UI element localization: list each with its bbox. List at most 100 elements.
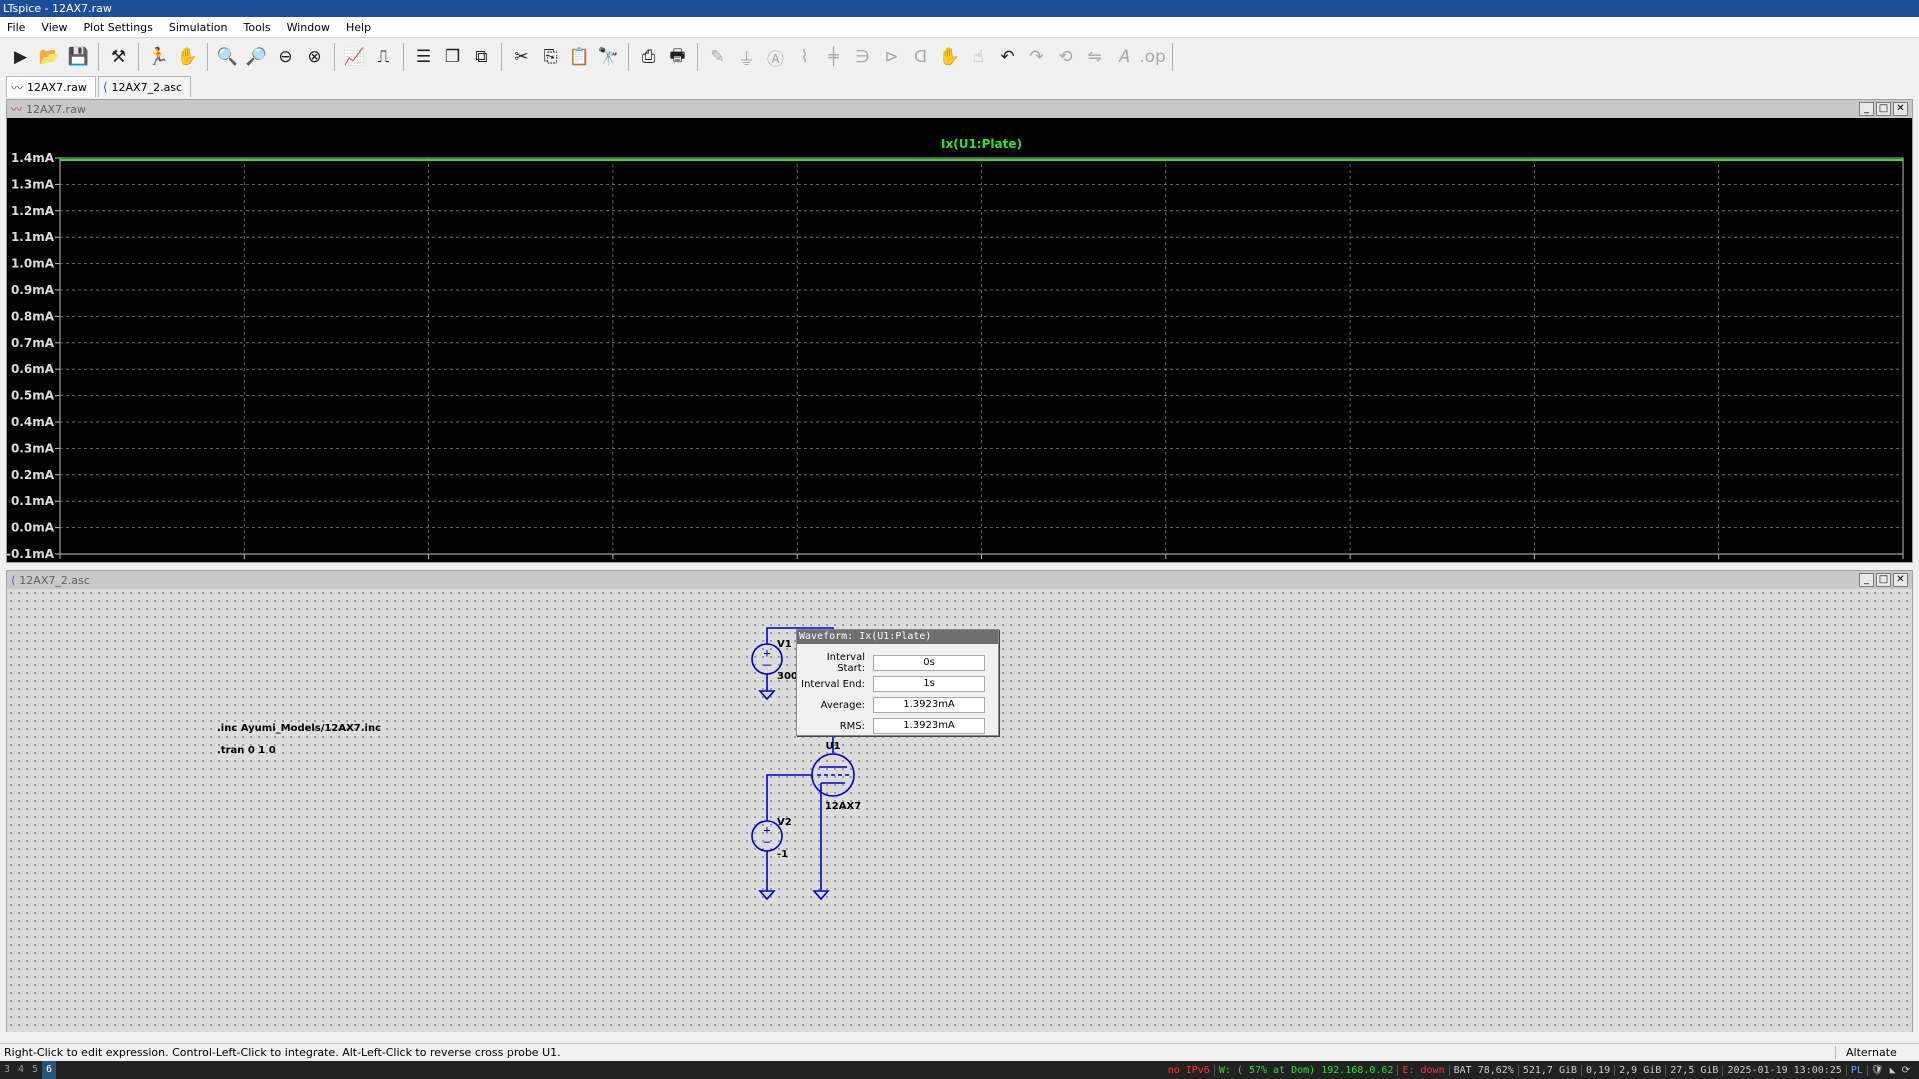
close-button[interactable]: ✕ — [1893, 573, 1908, 587]
tile-horizontal-icon[interactable]: ☰ — [409, 43, 438, 72]
mirror-icon[interactable]: ⇋ — [1080, 43, 1109, 72]
drag-icon[interactable]: ☝ — [964, 43, 993, 72]
v2-name[interactable]: V2 — [777, 817, 792, 828]
plot-area[interactable]: Ix(U1:Plate) 1.4mA 1.3mA 1.2mA 1.1mA 1.0mA 0.9… — [7, 118, 1912, 562]
rms-field[interactable]: 1.3923mA — [873, 718, 985, 734]
schematic-window-title: 12AX7_2.asc — [19, 573, 90, 587]
move-icon[interactable]: ✋ — [935, 43, 964, 72]
undo-icon[interactable]: ↶ — [993, 43, 1022, 72]
menu-bar: File View Plot Settings Simulation Tools… — [0, 17, 1919, 38]
zoom-fit-icon[interactable]: ⊗ — [300, 43, 329, 72]
halt-icon[interactable]: 🏃 — [144, 43, 173, 72]
spice-directive-icon[interactable]: .op — [1138, 43, 1167, 72]
interval-end-field[interactable]: 1s — [873, 676, 985, 692]
schematic-canvas[interactable]: + − + − V1 300 R1 100k U1 12AX7 V2 -1 .i… — [7, 589, 1912, 1032]
minimize-button[interactable]: _ — [1859, 102, 1874, 116]
interval-start-row: Interval Start: 0s — [797, 652, 998, 674]
rotate-icon[interactable]: ⟲ — [1051, 43, 1080, 72]
waveform-icon: 〰 — [11, 103, 22, 116]
rms-label: RMS: — [839, 720, 865, 732]
autoscale-icon[interactable]: 📈 — [340, 43, 369, 72]
diode-icon[interactable]: ⊳ — [877, 43, 906, 72]
schematic-window: ⟨ 12AX7_2.asc _ □ ✕ + − + − V1 300 U1 12… — [6, 570, 1913, 1032]
resistor-icon[interactable]: ⌇ — [790, 43, 819, 72]
maximize-button[interactable]: □ — [1876, 102, 1891, 116]
ground-symbol[interactable] — [758, 690, 776, 701]
v2-minus-sign: − — [763, 835, 770, 849]
menu-view[interactable]: View — [33, 17, 75, 38]
redo-icon[interactable]: ↷ — [1022, 43, 1051, 72]
y-tick-label: 1.3mA — [11, 177, 55, 191]
spice-directive-include[interactable]: .inc Ayumi_Models/12AX7.inc — [217, 723, 381, 734]
tab-12ax7-raw[interactable]: 〰 12AX7.raw — [6, 76, 96, 97]
memory-free: 27,5 GiB — [1666, 1064, 1724, 1076]
ground-symbol[interactable] — [812, 890, 830, 901]
component-icon[interactable]: ᗡ — [906, 43, 935, 72]
inductor-icon[interactable]: ∋ — [848, 43, 877, 72]
ground-symbol[interactable] — [758, 890, 776, 901]
status-hint: Right-Click to edit expression. Control-… — [4, 1046, 561, 1059]
workspace-3[interactable]: 3 — [0, 1061, 14, 1079]
plot-title[interactable]: Ix(U1:Plate) — [941, 137, 1022, 151]
zoom-in-icon[interactable]: 🔍 — [213, 43, 242, 72]
print-setup-icon[interactable]: 🖶 — [663, 43, 692, 72]
waveform-stats-dialog: Waveform: Ix(U1:Plate) Interval Start: 0… — [796, 629, 999, 736]
plot-svg[interactable]: Ix(U1:Plate) 1.4mA 1.3mA 1.2mA 1.1mA 1.0mA 0.9… — [7, 118, 1912, 562]
tab-12ax7-2-asc[interactable]: ⟨ 12AX7_2.asc — [97, 76, 192, 97]
y-tick-label: 0.2mA — [11, 468, 55, 482]
update-icon[interactable]: ⟳ — [1899, 1065, 1913, 1076]
wire-icon[interactable]: ✎ — [703, 43, 732, 72]
shield-icon[interactable]: 🛡 — [1868, 1065, 1887, 1076]
workspace-6[interactable]: 6 — [42, 1061, 56, 1079]
find-icon[interactable]: 🔭 — [594, 43, 623, 72]
close-button[interactable]: ✕ — [1893, 102, 1908, 116]
toolbar-separator — [334, 43, 335, 71]
menu-window[interactable]: Window — [279, 17, 338, 38]
copy-icon[interactable]: ⎘ — [536, 43, 565, 72]
capacitor-icon[interactable]: ╪ — [819, 43, 848, 72]
toolbar-separator — [98, 43, 99, 71]
menu-tools[interactable]: Tools — [235, 17, 278, 38]
run-icon[interactable]: ▶ — [6, 43, 35, 72]
spice-directive-tran[interactable]: .tran 0 1 0 — [217, 745, 276, 756]
average-field[interactable]: 1.3923mA — [873, 697, 985, 713]
maximize-button[interactable]: □ — [1876, 573, 1891, 587]
wire[interactable] — [766, 774, 812, 821]
network-icon[interactable]: ◣ — [1887, 1065, 1899, 1076]
workspace-5[interactable]: 5 — [28, 1061, 42, 1079]
u1-value[interactable]: 12AX7 — [825, 801, 861, 812]
tile-vertical-icon[interactable]: ⧉ — [467, 43, 496, 72]
open-icon[interactable]: 📂 — [35, 43, 64, 72]
text-icon[interactable]: 𝐴 — [1109, 43, 1138, 72]
menu-help[interactable]: Help — [338, 17, 379, 38]
rms-row: RMS: 1.3923mA — [797, 716, 998, 736]
document-tabs: 〰 12AX7.raw ⟨ 12AX7_2.asc — [0, 75, 1919, 97]
pan-hand-icon[interactable]: ✋ — [173, 43, 202, 72]
v1-value[interactable]: 300 — [777, 671, 798, 682]
cut-icon[interactable]: ✂ — [507, 43, 536, 72]
v2-value[interactable]: -1 — [777, 849, 788, 860]
control-panel-icon[interactable]: ⚒ — [104, 43, 133, 72]
label-icon[interactable]: Ⓐ — [761, 43, 790, 72]
workspace-4[interactable]: 4 — [14, 1061, 28, 1079]
paste-icon[interactable]: 📋 — [565, 43, 594, 72]
interval-start-field[interactable]: 0s — [873, 655, 985, 671]
cascade-icon[interactable]: ❐ — [438, 43, 467, 72]
menu-plot-settings[interactable]: Plot Settings — [76, 17, 161, 38]
zoom-out-icon[interactable]: ⊖ — [271, 43, 300, 72]
system-status: no IPv6 W: ( 57% at Dom) 192.168.0.62 E:… — [1164, 1064, 1919, 1076]
v1-minus-sign: − — [763, 658, 770, 672]
minimize-button[interactable]: _ — [1859, 573, 1874, 587]
menu-simulation[interactable]: Simulation — [161, 17, 236, 38]
ground-icon[interactable]: ⏚ — [732, 43, 761, 72]
y-tick-label: 0.9mA — [11, 283, 55, 297]
zoom-box-icon[interactable]: 🔎 — [242, 43, 271, 72]
menu-file[interactable]: File — [0, 17, 33, 38]
tab-label: 12AX7.raw — [27, 80, 87, 94]
u1-name[interactable]: U1 — [825, 741, 840, 752]
schematic-icon: ⟨ — [11, 573, 16, 587]
add-trace-icon[interactable]: ⎍ — [369, 43, 398, 72]
save-icon[interactable]: 💾 — [64, 43, 93, 72]
v1-name[interactable]: V1 — [777, 639, 792, 650]
print-icon[interactable]: ⎙ — [634, 43, 663, 72]
